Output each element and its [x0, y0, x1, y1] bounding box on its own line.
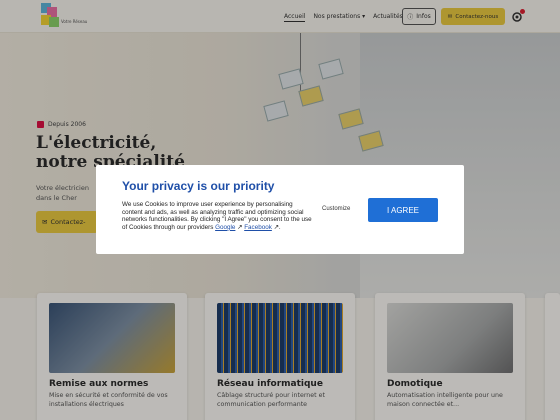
agree-button[interactable]: I AGREE [368, 198, 438, 222]
cookie-consent-dialog: Your privacy is our priority We use Cook… [96, 165, 464, 254]
facebook-link[interactable]: Facebook [244, 224, 272, 231]
dialog-title: Your privacy is our priority [122, 179, 275, 193]
external-link-icon: ↗ [271, 223, 279, 231]
google-link[interactable]: Google [215, 224, 235, 231]
external-link-icon: ↗ [235, 223, 245, 231]
dialog-text: We use Cookies to improve user experienc… [122, 201, 312, 231]
customize-button[interactable]: Customize [322, 206, 350, 212]
